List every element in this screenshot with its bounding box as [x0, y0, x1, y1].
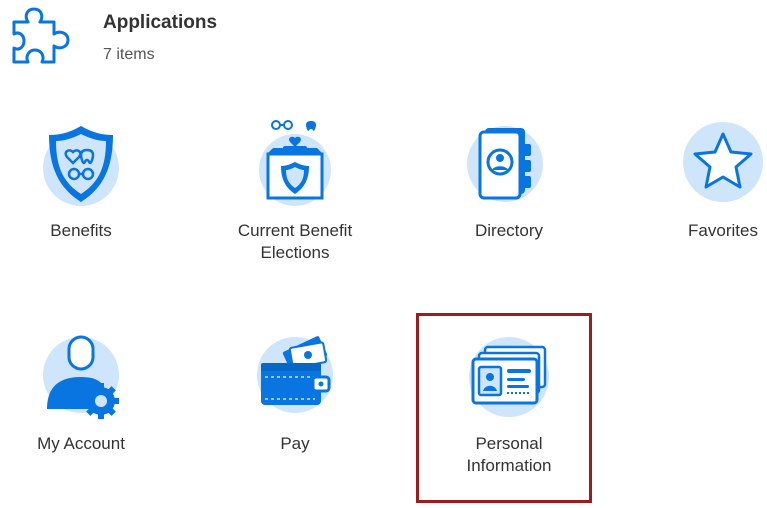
- app-tile-benefits[interactable]: Benefits: [6, 120, 156, 290]
- app-label: Directory: [474, 221, 543, 240]
- app-tile-my-account[interactable]: My Account: [6, 333, 156, 503]
- wallet-icon: [257, 336, 333, 413]
- app-label: Current Benefit Elections: [237, 221, 353, 262]
- puzzle-icon: [12, 7, 70, 64]
- id-card-icon: [469, 337, 549, 417]
- app-tile-pay[interactable]: Pay: [220, 333, 370, 503]
- app-tile-current-benefit-elections[interactable]: Current Benefit Elections: [220, 120, 370, 290]
- star-icon: [683, 122, 763, 202]
- page-title: Applications: [103, 12, 218, 33]
- applications-header: Applications 7 items: [0, 0, 767, 80]
- user-gear-icon: [43, 335, 119, 419]
- benefit-box-icon: [259, 120, 331, 206]
- directory-book-icon: [467, 126, 543, 202]
- item-count: 7 items: [103, 46, 155, 63]
- app-label: Pay: [280, 434, 310, 453]
- app-label: Benefits: [50, 221, 112, 240]
- app-tile-directory[interactable]: Directory: [434, 120, 584, 290]
- shield-icon: [43, 126, 119, 206]
- app-label: Favorites: [688, 221, 758, 240]
- app-label: Personal Information: [466, 434, 552, 475]
- app-tile-personal-information[interactable]: Personal Information: [434, 333, 584, 503]
- app-label: My Account: [37, 434, 125, 453]
- app-tile-favorites[interactable]: Favorites: [648, 120, 767, 290]
